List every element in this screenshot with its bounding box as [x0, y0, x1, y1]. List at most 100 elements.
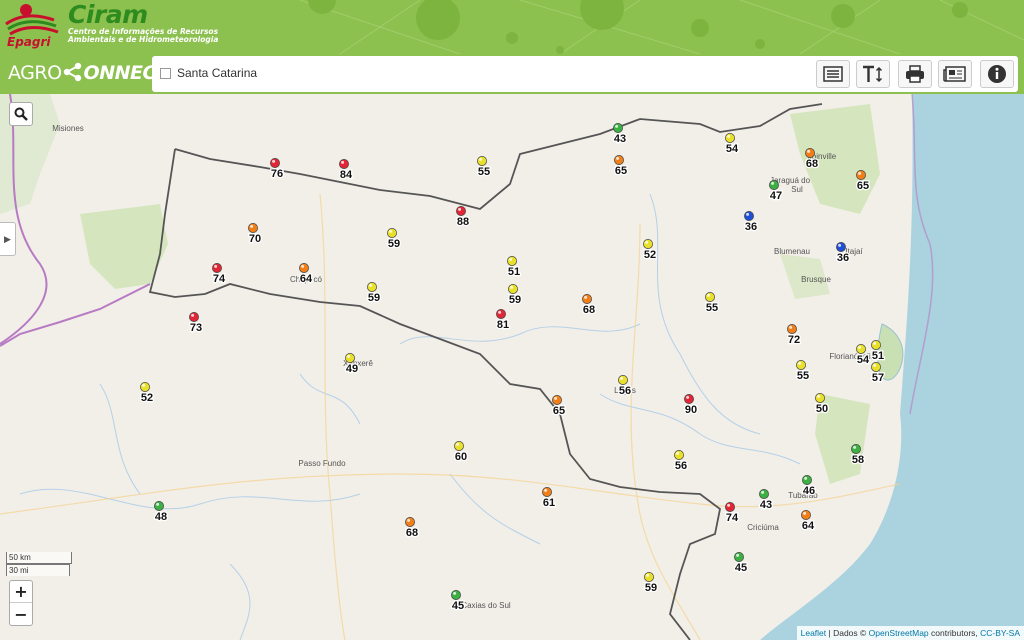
- marker-dot[interactable]: [367, 282, 377, 292]
- table-view-button[interactable]: [816, 60, 850, 88]
- station-marker[interactable]: 68: [405, 517, 419, 540]
- station-marker[interactable]: 59: [508, 284, 522, 307]
- print-button[interactable]: [898, 60, 932, 88]
- marker-dot[interactable]: [451, 590, 461, 600]
- station-marker[interactable]: 43: [759, 489, 773, 512]
- marker-dot[interactable]: [212, 263, 222, 273]
- info-button[interactable]: [980, 60, 1014, 88]
- station-marker[interactable]: 51: [507, 256, 521, 279]
- marker-dot[interactable]: [496, 309, 506, 319]
- marker-dot[interactable]: [552, 395, 562, 405]
- station-marker[interactable]: 70: [248, 223, 262, 246]
- marker-dot[interactable]: [542, 487, 552, 497]
- station-marker[interactable]: 46: [802, 475, 816, 498]
- station-marker[interactable]: 65: [552, 395, 566, 418]
- station-marker[interactable]: 36: [836, 242, 850, 265]
- marker-dot[interactable]: [805, 148, 815, 158]
- station-marker[interactable]: 43: [613, 123, 627, 146]
- marker-dot[interactable]: [759, 489, 769, 499]
- marker-dot[interactable]: [643, 239, 653, 249]
- osm-link[interactable]: OpenStreetMap: [869, 628, 929, 638]
- station-marker[interactable]: 65: [614, 155, 628, 178]
- station-marker[interactable]: 59: [387, 228, 401, 251]
- leaflet-link[interactable]: Leaflet: [801, 628, 827, 638]
- zoom-out-button[interactable]: −: [10, 603, 32, 625]
- station-marker[interactable]: 68: [582, 294, 596, 317]
- marker-dot[interactable]: [339, 159, 349, 169]
- marker-dot[interactable]: [345, 353, 355, 363]
- marker-dot[interactable]: [796, 360, 806, 370]
- marker-dot[interactable]: [725, 133, 735, 143]
- marker-dot[interactable]: [802, 475, 812, 485]
- marker-dot[interactable]: [787, 324, 797, 334]
- news-button[interactable]: [938, 60, 972, 88]
- region-checkbox[interactable]: [160, 67, 171, 79]
- marker-dot[interactable]: [674, 450, 684, 460]
- zoom-in-button[interactable]: +: [10, 581, 32, 603]
- agroconnect-logo[interactable]: AGRO ONNECT: [8, 62, 169, 84]
- station-marker[interactable]: 73: [189, 312, 203, 335]
- marker-dot[interactable]: [614, 155, 624, 165]
- marker-dot[interactable]: [856, 344, 866, 354]
- marker-dot[interactable]: [508, 284, 518, 294]
- marker-dot[interactable]: [248, 223, 258, 233]
- marker-dot[interactable]: [801, 510, 811, 520]
- station-marker[interactable]: 81: [496, 309, 510, 332]
- station-marker[interactable]: 76: [270, 158, 284, 181]
- marker-dot[interactable]: [684, 394, 694, 404]
- station-marker[interactable]: 59: [644, 572, 658, 595]
- station-marker[interactable]: 90: [684, 394, 698, 417]
- station-marker[interactable]: 72: [787, 324, 801, 347]
- station-marker[interactable]: 61: [542, 487, 556, 510]
- station-marker[interactable]: 64: [299, 263, 314, 286]
- station-marker[interactable]: 54: [725, 133, 740, 156]
- marker-dot[interactable]: [851, 444, 861, 454]
- station-marker[interactable]: 84: [339, 159, 354, 182]
- marker-dot[interactable]: [405, 517, 415, 527]
- marker-dot[interactable]: [270, 158, 280, 168]
- station-marker[interactable]: 36: [744, 211, 758, 234]
- logo-area[interactable]: Epagri Ciram Centro de Informações de Re…: [4, 2, 218, 52]
- station-marker[interactable]: 56: [674, 450, 688, 473]
- marker-dot[interactable]: [387, 228, 397, 238]
- license-link[interactable]: CC-BY-SA: [980, 628, 1020, 638]
- marker-dot[interactable]: [836, 242, 846, 252]
- marker-dot[interactable]: [815, 393, 825, 403]
- station-marker[interactable]: 52: [140, 382, 154, 405]
- marker-dot[interactable]: [618, 375, 628, 385]
- station-marker[interactable]: 54: [856, 344, 871, 367]
- marker-dot[interactable]: [644, 572, 654, 582]
- map-canvas[interactable]: MisionesJoinvilleJaraguá doSulBlumenau It…: [0, 94, 1024, 640]
- station-marker[interactable]: 56: [618, 375, 632, 398]
- marker-dot[interactable]: [456, 206, 466, 216]
- station-marker[interactable]: 60: [454, 441, 468, 464]
- station-marker[interactable]: 74: [212, 263, 227, 286]
- text-size-button[interactable]: [856, 60, 890, 88]
- marker-dot[interactable]: [725, 502, 735, 512]
- marker-dot[interactable]: [507, 256, 517, 266]
- marker-dot[interactable]: [477, 156, 487, 166]
- sidebar-toggle[interactable]: ▶: [0, 222, 16, 256]
- station-marker[interactable]: 59: [367, 282, 381, 305]
- marker-dot[interactable]: [613, 123, 623, 133]
- station-marker[interactable]: 48: [154, 501, 168, 524]
- marker-dot[interactable]: [769, 180, 779, 190]
- station-marker[interactable]: 64: [801, 510, 816, 533]
- marker-dot[interactable]: [582, 294, 592, 304]
- map-view[interactable]: Misiones Joinville Jaraguá do Sul Blumenau It…: [0, 94, 1024, 640]
- marker-dot[interactable]: [140, 382, 150, 392]
- station-marker[interactable]: 55: [705, 292, 719, 315]
- region-toggle[interactable]: Santa Catarina: [160, 66, 257, 80]
- station-marker[interactable]: 45: [734, 552, 748, 575]
- markers[interactable]: 43 54 68 76 84 55 65 65 47 88 36 70 59 52 36 51 74 64 59 59…: [140, 123, 885, 613]
- station-marker[interactable]: 49: [345, 353, 359, 376]
- map-search-button[interactable]: [9, 102, 33, 126]
- marker-dot[interactable]: [454, 441, 464, 451]
- marker-dot[interactable]: [871, 362, 881, 372]
- marker-dot[interactable]: [299, 263, 309, 273]
- marker-dot[interactable]: [734, 552, 744, 562]
- station-marker[interactable]: 74: [725, 502, 740, 525]
- station-marker[interactable]: 55: [477, 156, 491, 179]
- station-marker[interactable]: 52: [643, 239, 657, 262]
- marker-dot[interactable]: [856, 170, 866, 180]
